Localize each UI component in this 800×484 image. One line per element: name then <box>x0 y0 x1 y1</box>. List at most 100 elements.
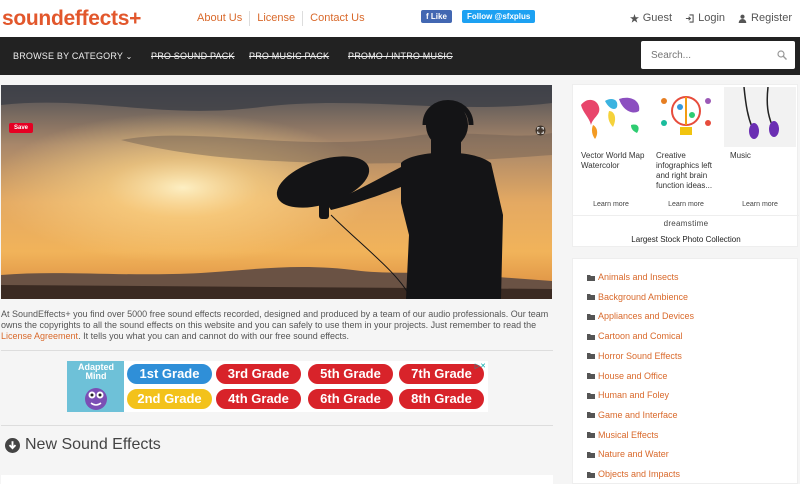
license-link[interactable]: License <box>250 11 304 26</box>
grade-7-button[interactable]: 7th Grade <box>398 363 485 385</box>
intro-text-1: At SoundEffects+ you find over 5000 free… <box>1 309 549 330</box>
grade-2-button[interactable]: 2nd Grade <box>126 388 213 410</box>
register-link[interactable]: Register <box>738 12 792 24</box>
expand-icon[interactable] <box>535 125 546 136</box>
grade-3-button[interactable]: 3rd Grade <box>215 363 302 385</box>
category-link[interactable]: Appliances and Devices <box>587 311 694 321</box>
ad-card-caption: Creative infographics left and right bra… <box>656 151 713 190</box>
category-label: Game and Interface <box>598 409 678 420</box>
category-link[interactable]: Objects and Impacts <box>587 469 680 479</box>
category-label: Animals and Insects <box>598 272 679 282</box>
category-link[interactable]: Game and Interface <box>587 410 678 420</box>
category-link[interactable]: Cartoon and Comical <box>587 331 683 341</box>
folder-icon <box>587 471 595 478</box>
guest-item[interactable]: Guest <box>629 12 673 24</box>
nav-pro-sound-pack[interactable]: PRO SOUND PACK <box>151 51 235 61</box>
category-link[interactable]: Background Ambience <box>587 292 688 302</box>
login-label: Login <box>698 12 726 24</box>
login-link[interactable]: Login <box>685 12 725 24</box>
facebook-like-button[interactable]: f Like <box>421 10 452 23</box>
ad-card-infographics[interactable]: Creative infographics left and right bra… <box>650 87 722 212</box>
dreamstime-ad[interactable]: Vector World Map Watercolor Learn more C… <box>572 84 799 247</box>
divider <box>1 425 553 426</box>
ad-card-caption: Music <box>730 151 751 160</box>
category-label: Cartoon and Comical <box>598 331 683 342</box>
folder-icon <box>587 373 595 379</box>
new-sound-effects-heading: New Sound Effects <box>5 436 161 454</box>
divider <box>1 350 553 351</box>
category-link[interactable]: Horror Sound Effects <box>587 351 682 361</box>
category-label: Objects and Impacts <box>598 469 681 479</box>
top-bar: soundeffects+ About Us License Contact U… <box>0 0 800 37</box>
category-list: Animals and Insects Background Ambience Ap… <box>572 258 798 484</box>
dreamstime-logo[interactable]: dreamstime <box>573 219 799 228</box>
category-link[interactable]: Human and Foley <box>587 390 669 400</box>
category-label: Horror Sound Effects <box>598 350 682 361</box>
folder-icon <box>587 313 595 320</box>
grade-4-button[interactable]: 4th Grade <box>215 388 302 410</box>
search-input[interactable] <box>651 47 771 63</box>
category-label: Musical Effects <box>598 429 659 440</box>
folder-icon <box>587 274 595 281</box>
category-label: Human and Foley <box>598 390 670 401</box>
user-links: Guest Login Register <box>629 12 792 24</box>
category-label: Appliances and Devices <box>598 311 695 322</box>
dreamstime-tagline: Largest Stock Photo Collection <box>631 235 741 244</box>
top-links: About Us License Contact Us <box>190 11 372 26</box>
category-link[interactable]: House and Office <box>587 371 667 381</box>
learn-more-link[interactable]: Learn more <box>575 201 647 208</box>
ad-card-world-map[interactable]: Vector World Map Watercolor Learn more <box>575 87 647 212</box>
world-map-watercolor-image <box>575 87 647 147</box>
section-title-text: New Sound Effects <box>25 436 161 453</box>
category-label: Nature and Water <box>598 449 669 460</box>
register-label: Register <box>751 12 792 24</box>
learn-more-link[interactable]: Learn more <box>650 201 722 208</box>
folder-icon <box>587 392 595 399</box>
nav-pro-music-pack[interactable]: PRO MUSIC PACK <box>249 51 329 61</box>
folder-icon <box>587 432 595 439</box>
nav-promo-intro-music[interactable]: PROMO / INTRO MUSIC <box>348 51 453 61</box>
ad-card-music[interactable]: Music Learn more <box>724 87 796 212</box>
learn-more-link[interactable]: Learn more <box>724 201 796 208</box>
grade-1-button[interactable]: 1st Grade <box>126 363 213 385</box>
category-link[interactable]: Animals and Insects <box>587 272 679 282</box>
chevron-down-icon: ⌄ <box>125 52 133 61</box>
browse-label: BROWSE BY CATEGORY <box>13 51 123 61</box>
browse-by-category-menu[interactable]: BROWSE BY CATEGORY ⌄ <box>13 51 133 61</box>
twitter-follow-button[interactable]: Follow @sfxplus <box>462 10 536 23</box>
ad-close-icon[interactable]: ▷✕ <box>475 362 486 370</box>
circle-arrow-down-icon <box>5 437 20 453</box>
sound-effects-list <box>1 475 553 484</box>
brain-infographic-image <box>650 87 722 147</box>
site-logo[interactable]: soundeffects+ <box>2 7 141 31</box>
monster-mascot-icon <box>85 388 107 410</box>
category-label: House and Office <box>598 370 668 381</box>
user-icon <box>738 14 747 23</box>
category-link[interactable]: Musical Effects <box>587 430 658 440</box>
intro-paragraph: At SoundEffects+ you find over 5000 free… <box>1 309 553 342</box>
intro-text-2: . It tells you what you can and cannot d… <box>78 331 350 341</box>
license-agreement-link[interactable]: License Agreement <box>1 331 78 341</box>
folder-icon <box>587 353 595 360</box>
guest-label: Guest <box>642 12 673 24</box>
adaptedmind-ad-banner[interactable]: Adapted Mind 1st Grade 3rd Grade 5th Gra… <box>67 361 488 412</box>
earphones-image <box>724 87 796 147</box>
folder-icon <box>587 294 595 301</box>
search-icon[interactable] <box>777 50 787 60</box>
pinterest-save-button[interactable]: Save <box>9 123 34 133</box>
divider <box>573 215 799 216</box>
search-box <box>641 41 795 69</box>
star-icon <box>629 13 639 23</box>
folder-icon <box>587 412 595 419</box>
login-icon <box>686 13 694 23</box>
grade-8-button[interactable]: 8th Grade <box>398 388 485 410</box>
about-us-link[interactable]: About Us <box>190 11 251 26</box>
category-label: Background Ambience <box>598 291 689 302</box>
folder-icon <box>587 333 595 340</box>
category-link[interactable]: Nature and Water <box>587 449 669 459</box>
grade-5-button[interactable]: 5th Grade <box>307 363 394 385</box>
adaptedmind-logo: Adapted Mind <box>67 361 124 412</box>
contact-us-link[interactable]: Contact Us <box>303 11 371 26</box>
hero-image: Save <box>1 85 552 299</box>
grade-6-button[interactable]: 6th Grade <box>307 388 394 410</box>
